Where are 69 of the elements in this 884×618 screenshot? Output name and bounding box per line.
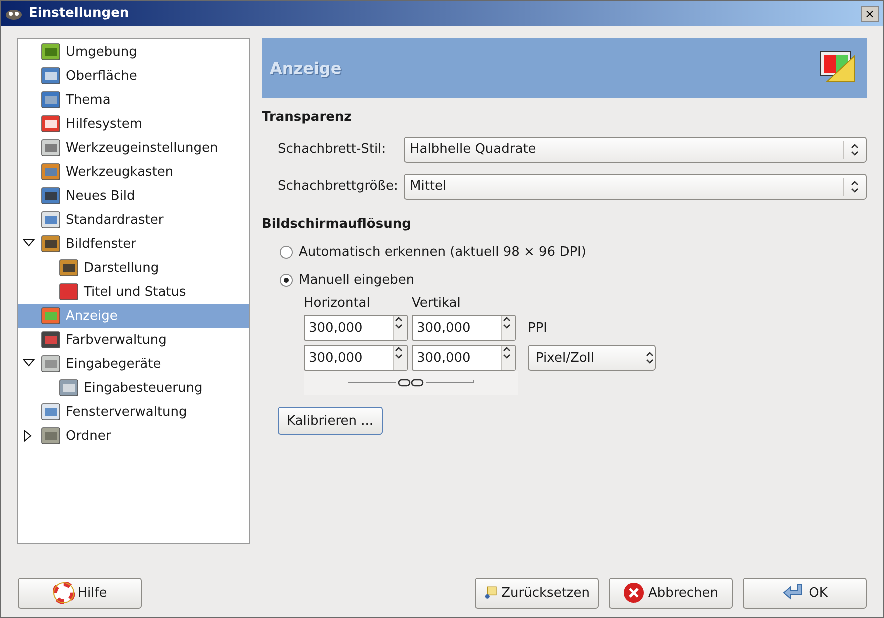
category-icon <box>41 66 61 86</box>
dropdown[interactable]: Halbhelle Quadrate <box>404 136 867 162</box>
tree-item[interactable]: Eingabesteuerung <box>18 376 249 400</box>
page-title: Anzeige <box>270 58 342 78</box>
tree-item[interactable]: Standardraster <box>18 208 249 232</box>
tree-item[interactable]: Ordner <box>18 424 249 448</box>
ok-button[interactable]: OK <box>743 578 867 608</box>
tree-item[interactable]: Farbverwaltung <box>18 328 249 352</box>
reset-button[interactable]: Zurücksetzen <box>475 578 599 608</box>
spin-field[interactable]: 300,000 <box>412 345 516 371</box>
tree-item[interactable]: Umgebung <box>18 40 249 64</box>
spin-field[interactable]: 300,000 <box>304 315 408 341</box>
spin-field[interactable]: 300,000 <box>412 315 516 341</box>
up-down-arrows-icon <box>850 180 860 194</box>
tree-item[interactable]: Bildfenster <box>18 232 249 256</box>
cancel-icon <box>623 582 646 604</box>
tree-item[interactable]: Werkzeugkasten <box>18 160 249 184</box>
unit-label: PPI <box>528 320 549 336</box>
category-icon <box>41 186 61 206</box>
category-icon <box>41 42 61 62</box>
up-down-arrows-icon <box>850 142 860 156</box>
tree-item[interactable]: Werkzeugeinstellungen <box>18 136 249 160</box>
unit-dropdown[interactable]: Pixel/Zoll <box>528 345 656 371</box>
window-title: Einstellungen <box>29 6 130 21</box>
tree-item[interactable]: Thema <box>18 88 249 112</box>
tree-item[interactable]: Eingabegeräte <box>18 352 249 376</box>
tree-item[interactable]: Titel und Status <box>18 280 249 304</box>
category-icon <box>59 282 79 302</box>
category-icon <box>59 258 79 278</box>
category-icon <box>41 330 61 350</box>
up-down-arrows-icon <box>394 316 404 330</box>
tree-item[interactable]: Fensterverwaltung <box>18 400 249 424</box>
tree-item[interactable]: Hilfesystem <box>18 112 249 136</box>
field-label: Schachbrettgröße: <box>278 179 400 194</box>
category-icon <box>41 402 61 422</box>
column-label: Vertikal <box>412 296 462 311</box>
category-icon <box>41 90 61 110</box>
category-icon <box>41 162 61 182</box>
up-down-arrows-icon <box>502 346 512 360</box>
category-icon <box>41 210 61 230</box>
up-down-arrows-icon <box>394 346 404 360</box>
up-down-arrows-icon <box>502 316 512 330</box>
column-label: Horizontal <box>304 296 372 311</box>
radio-label: Manuell eingeben <box>299 272 415 288</box>
close-button[interactable]: × <box>861 6 879 22</box>
cancel-button[interactable]: Abbrechen <box>609 578 733 608</box>
field-label: Schachbrett-Stil: <box>278 142 388 157</box>
tree-item[interactable]: Neues Bild <box>18 184 249 208</box>
radio-label: Automatisch erkennen (aktuell 98 × 96 DPI) <box>299 244 586 260</box>
tree-item[interactable]: Darstellung <box>18 256 249 280</box>
up-down-arrows-icon <box>645 351 655 365</box>
section-heading: Bildschirmauflösung <box>262 217 412 232</box>
category-icon <box>41 234 61 254</box>
chain-link-icon <box>348 378 474 388</box>
category-icon <box>41 426 61 446</box>
spin-field[interactable]: 300,000 <box>304 345 408 371</box>
category-icon <box>41 138 61 158</box>
section-heading: Transparenz <box>262 110 353 125</box>
lifebuoy-icon <box>52 582 75 604</box>
category-icon <box>59 378 79 398</box>
category-icon <box>41 306 61 326</box>
category-icon <box>41 114 61 134</box>
radio-button[interactable] <box>280 246 293 258</box>
calibrate-button[interactable]: Kalibrieren ... <box>278 407 383 435</box>
category-icon <box>41 354 61 374</box>
tree-item[interactable]: Oberfläche <box>18 64 249 88</box>
dropdown[interactable]: Mittel <box>404 174 867 200</box>
radio-button[interactable] <box>280 274 293 286</box>
help-button[interactable]: Hilfe <box>18 578 142 608</box>
